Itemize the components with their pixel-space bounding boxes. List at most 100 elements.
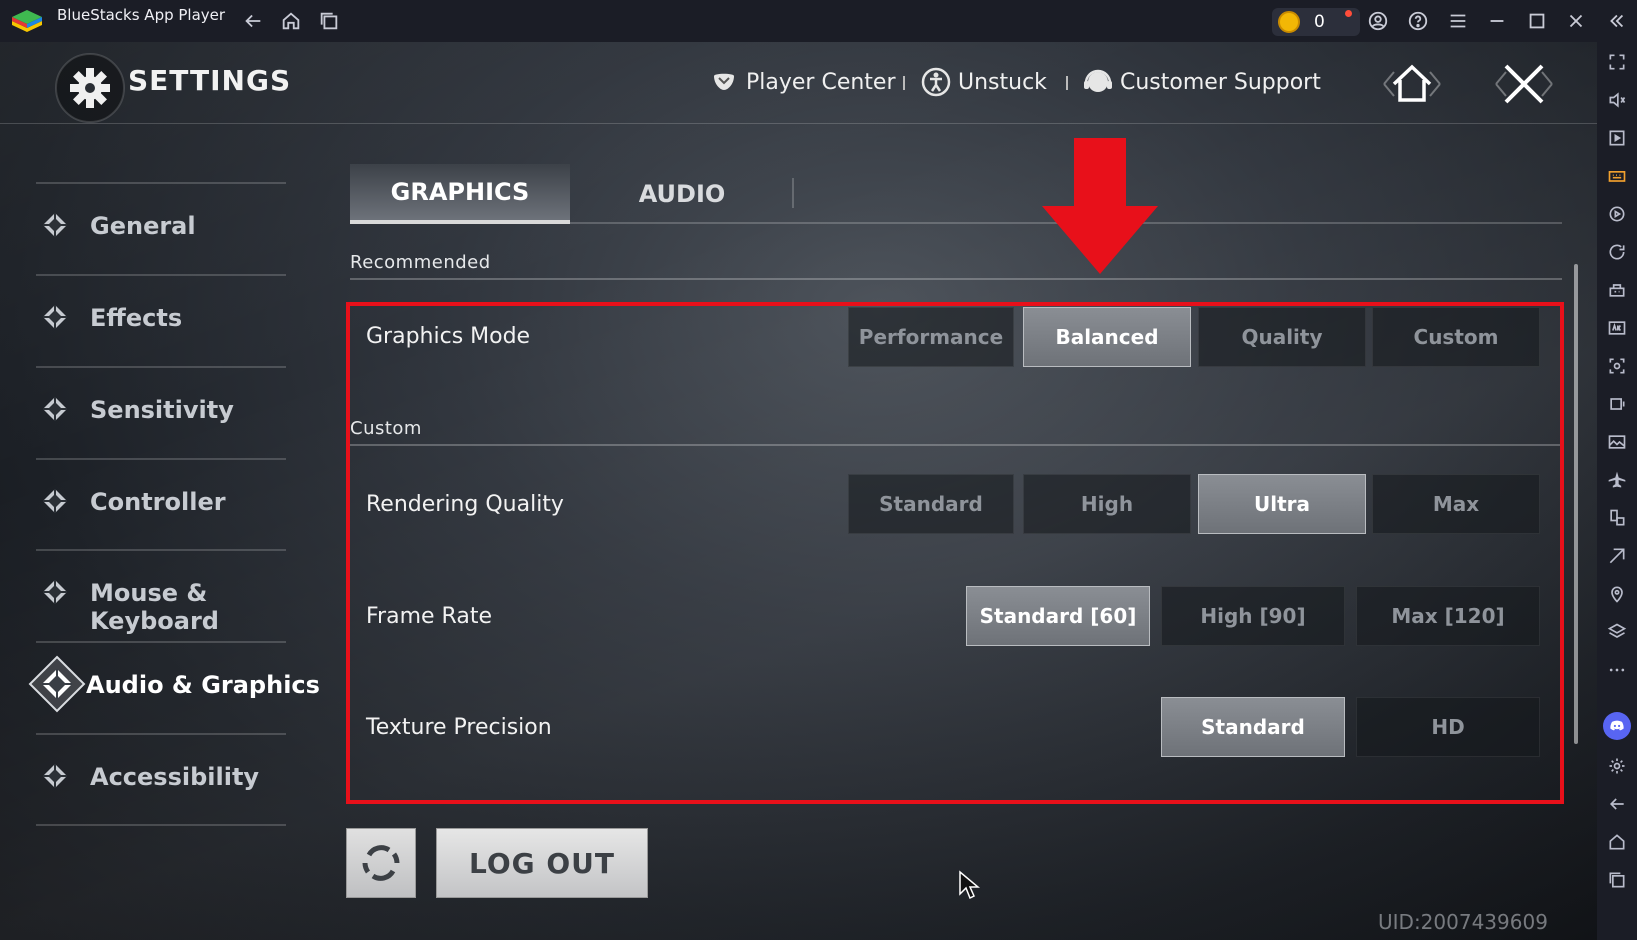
nav-item-sensitivity[interactable]: Sensitivity bbox=[30, 366, 320, 454]
multi-window-icon[interactable] bbox=[316, 8, 342, 34]
nav-bottom-divider bbox=[30, 824, 320, 828]
nav-item-controller[interactable]: Controller bbox=[30, 458, 320, 546]
maximize-icon[interactable] bbox=[1524, 8, 1550, 34]
resize-icon[interactable] bbox=[1605, 392, 1629, 416]
nav-item-label: Mouse & Keyboard bbox=[90, 579, 219, 635]
coin-icon bbox=[1278, 11, 1300, 33]
nav-divider bbox=[36, 274, 286, 276]
mouse-cursor-icon bbox=[959, 870, 980, 900]
help-icon[interactable] bbox=[1405, 8, 1431, 34]
diamond-icon bbox=[43, 764, 67, 788]
coin-balance[interactable]: 0 bbox=[1272, 8, 1360, 36]
player-center-label: Player Center bbox=[746, 69, 896, 95]
nav-divider bbox=[36, 366, 286, 368]
rotate-icon[interactable] bbox=[1605, 240, 1629, 264]
unstuck-icon bbox=[921, 67, 951, 97]
android-home-icon[interactable] bbox=[1605, 830, 1629, 854]
collapse-sidebar-icon[interactable] bbox=[1603, 8, 1629, 34]
header-divider bbox=[1066, 76, 1068, 90]
airplane-mode-icon[interactable] bbox=[1605, 468, 1629, 492]
refresh-icon bbox=[362, 845, 400, 881]
unstuck-label: Unstuck bbox=[958, 69, 1047, 95]
volume-icon[interactable] bbox=[1605, 88, 1629, 112]
game-settings-screen: SETTINGS Player Center Unstuck Customer … bbox=[0, 42, 1597, 940]
tab-graphics[interactable]: GRAPHICS bbox=[350, 164, 570, 224]
page-title: SETTINGS bbox=[128, 64, 292, 97]
user-id: UID:2007439609 bbox=[1378, 910, 1548, 934]
nav-divider bbox=[36, 549, 286, 551]
more-options-icon[interactable] bbox=[1605, 658, 1629, 682]
header-divider bbox=[903, 76, 905, 90]
settings-gear-small-icon[interactable] bbox=[1605, 754, 1629, 778]
nav-item-accessibility[interactable]: Accessibility bbox=[30, 733, 320, 821]
settings-tabs: GRAPHICS AUDIO bbox=[350, 164, 1562, 224]
nav-item-general[interactable]: General bbox=[30, 182, 320, 270]
reset-button[interactable] bbox=[346, 828, 416, 898]
location-icon[interactable] bbox=[1605, 582, 1629, 606]
nav-divider bbox=[36, 182, 286, 184]
nav-item-label: Sensitivity bbox=[90, 396, 234, 424]
nav-divider bbox=[36, 824, 286, 826]
nav-item-label: Accessibility bbox=[90, 763, 260, 791]
nav-item-label: Effects bbox=[90, 304, 183, 332]
close-window-icon[interactable] bbox=[1563, 8, 1589, 34]
screen-record-icon[interactable] bbox=[1605, 126, 1629, 150]
home-icon[interactable] bbox=[278, 8, 304, 34]
diamond-icon bbox=[43, 580, 67, 604]
eco-mode-icon[interactable] bbox=[1605, 544, 1629, 568]
diamond-selected-icon bbox=[28, 655, 86, 713]
customer-support-link[interactable]: Customer Support bbox=[1082, 66, 1321, 98]
customer-support-icon bbox=[1084, 69, 1112, 92]
menu-icon[interactable] bbox=[1445, 8, 1471, 34]
nav-item-label: Audio & Graphics bbox=[86, 671, 320, 699]
diamond-icon bbox=[43, 305, 67, 329]
window-title: BlueStacks App Player bbox=[57, 6, 226, 24]
tab-divider bbox=[792, 178, 794, 208]
coin-count: 0 bbox=[1314, 12, 1325, 32]
red-arrow-icon bbox=[1042, 138, 1158, 274]
fullscreen-icon[interactable] bbox=[1605, 50, 1629, 74]
nav-item-effects[interactable]: Effects bbox=[30, 274, 320, 362]
account-icon[interactable] bbox=[1365, 8, 1391, 34]
app-root: BlueStacks App Player 0 SETTINGS Player … bbox=[0, 0, 1637, 940]
nav-divider bbox=[36, 733, 286, 735]
unstuck-link[interactable]: Unstuck bbox=[920, 66, 1047, 98]
nav-item-mouse-keyboard[interactable]: Mouse & Keyboard bbox=[30, 549, 320, 637]
settings-gear-icon bbox=[55, 53, 125, 123]
minimize-icon[interactable] bbox=[1484, 8, 1510, 34]
discord-icon[interactable] bbox=[1603, 712, 1631, 740]
bluestacks-logo-icon bbox=[12, 10, 42, 32]
apk-install-icon[interactable] bbox=[1605, 316, 1629, 340]
recent-apps-icon[interactable] bbox=[1605, 868, 1629, 892]
player-center-link[interactable]: Player Center bbox=[708, 66, 896, 98]
nav-item-audio-graphics[interactable]: Audio & Graphics bbox=[28, 641, 320, 729]
layers-icon[interactable] bbox=[1605, 620, 1629, 644]
tab-audio[interactable]: AUDIO bbox=[572, 164, 792, 224]
diamond-icon bbox=[43, 213, 67, 237]
macro-icon[interactable] bbox=[1605, 202, 1629, 226]
scrollbar[interactable] bbox=[1574, 264, 1578, 744]
player-center-icon bbox=[714, 73, 734, 90]
screenshot-icon[interactable] bbox=[1605, 354, 1629, 378]
game-controls-icon[interactable] bbox=[1605, 278, 1629, 302]
media-folder-icon[interactable] bbox=[1605, 430, 1629, 454]
customer-support-label: Customer Support bbox=[1120, 69, 1321, 95]
diamond-icon bbox=[43, 397, 67, 421]
nav-divider bbox=[36, 641, 286, 643]
close-settings-icon[interactable] bbox=[1482, 58, 1566, 110]
nav-item-label: Controller bbox=[90, 488, 226, 516]
keyboard-icon[interactable] bbox=[1605, 164, 1629, 188]
multi-instance-icon[interactable] bbox=[1605, 506, 1629, 530]
right-toolbar bbox=[1597, 42, 1637, 940]
settings-header: SETTINGS Player Center Unstuck Customer … bbox=[0, 42, 1597, 124]
section-recommended-label: Recommended bbox=[350, 252, 491, 273]
logout-button[interactable]: LOG OUT bbox=[436, 828, 648, 898]
section-divider bbox=[350, 278, 1562, 280]
notification-dot bbox=[1345, 10, 1352, 17]
back-icon[interactable] bbox=[240, 8, 266, 34]
android-back-icon[interactable] bbox=[1605, 792, 1629, 816]
highlight-box bbox=[346, 302, 1564, 804]
diamond-icon bbox=[43, 489, 67, 513]
home-button-icon[interactable] bbox=[1370, 58, 1454, 110]
nav-item-label: General bbox=[90, 212, 196, 240]
